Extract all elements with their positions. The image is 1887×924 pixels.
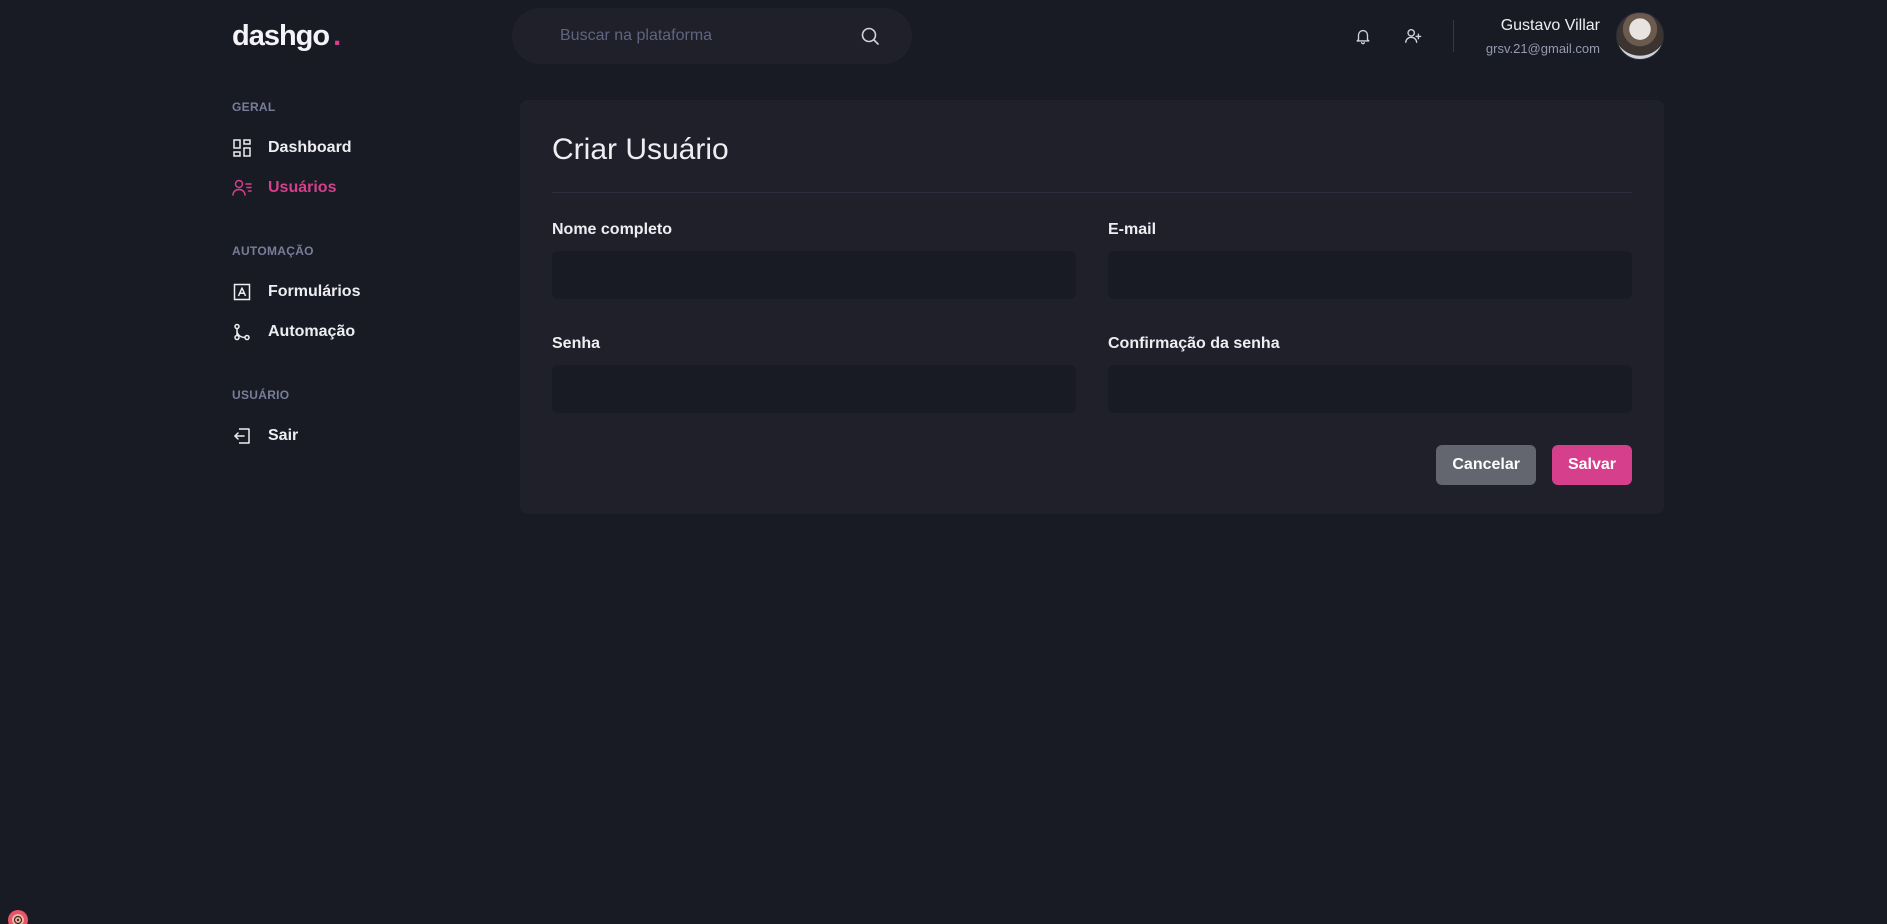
name-input[interactable] (552, 251, 1076, 299)
bell-icon[interactable] (1353, 26, 1373, 46)
git-merge-icon (232, 322, 252, 342)
avatar[interactable] (1616, 12, 1664, 60)
cancel-button[interactable]: Cancelar (1436, 445, 1536, 485)
devtools-logo-icon[interactable] (2, 902, 34, 924)
sidebar-section-geral: GERAL Dashboard Usuários (232, 100, 492, 200)
email-field-group: E-mail (1108, 221, 1632, 299)
name-field-group: Nome completo (552, 221, 1076, 299)
title-divider (552, 192, 1632, 193)
password-confirmation-field-group: Confirmação da senha (1108, 335, 1632, 413)
form-actions: Cancelar Salvar (552, 445, 1632, 485)
sidebar-section-automacao: AUTOMAÇÃO Formulários Automação (232, 244, 492, 344)
brand-name: dashgo (232, 19, 330, 52)
email-input[interactable] (1108, 251, 1632, 299)
sidebar-item-label: Dashboard (268, 139, 352, 156)
header-divider (1452, 20, 1454, 52)
logout-icon (232, 426, 252, 446)
search-input[interactable] (560, 27, 860, 45)
user-name: Gustavo Villar (1500, 16, 1600, 34)
password-input[interactable] (552, 365, 1076, 413)
form-row: Nome completo E-mail (552, 221, 1632, 299)
sidebar-item-usuarios[interactable]: Usuários (232, 176, 492, 200)
sidebar-section-usuario: USUÁRIO Sair (232, 388, 492, 448)
sidebar-section-title: USUÁRIO (232, 388, 290, 402)
sidebar-section-title: GERAL (232, 100, 276, 114)
email-label: E-mail (1108, 221, 1157, 238)
password-confirmation-label: Confirmação da senha (1108, 335, 1280, 352)
sidebar-item-label: Sair (268, 427, 299, 444)
sidebar-item-dashboard[interactable]: Dashboard (232, 136, 492, 160)
save-button[interactable]: Salvar (1551, 445, 1632, 485)
sidebar-item-formularios[interactable]: Formulários (232, 280, 492, 304)
sidebar: GERAL Dashboard Usuários AUTOMAÇÃO Formu… (232, 100, 492, 492)
page-title: Criar Usuário (552, 133, 729, 166)
sidebar-section-title: AUTOMAÇÃO (232, 244, 314, 258)
page: dashgo. Buscar na plataforma Gustavo Vil… (0, 0, 1887, 924)
create-user-card: Criar Usuário Nome completo E-mail Senha… (520, 100, 1664, 514)
user-add-icon[interactable] (1403, 26, 1423, 46)
header-actions: Gustavo Villar grsv.21@gmail.com (1323, 0, 1664, 72)
brand-logo: dashgo. (232, 20, 512, 53)
brand-dot: . (333, 19, 341, 52)
sidebar-item-label: Usuários (268, 179, 337, 196)
profile-text: Gustavo Villar grsv.21@gmail.com (1486, 15, 1600, 58)
form-icon (232, 282, 252, 302)
users-icon (232, 178, 252, 198)
form-row: Senha Confirmação da senha (552, 335, 1632, 413)
user-profile[interactable]: Gustavo Villar grsv.21@gmail.com (1486, 12, 1664, 60)
search-bar[interactable] (512, 8, 912, 64)
password-confirmation-input[interactable] (1108, 365, 1632, 413)
header: dashgo. Buscar na plataforma Gustavo Vil… (232, 0, 1664, 72)
name-label: Nome completo (552, 221, 673, 238)
sidebar-item-label: Automação (268, 323, 356, 340)
search-icon[interactable] (860, 26, 880, 46)
password-label: Senha (552, 335, 601, 352)
password-field-group: Senha (552, 335, 1076, 413)
dashboard-icon (232, 138, 252, 158)
user-email: grsv.21@gmail.com (1485, 40, 1600, 56)
sidebar-item-automacao[interactable]: Automação (232, 320, 492, 344)
sidebar-item-label: Formulários (268, 283, 361, 300)
sidebar-item-sair[interactable]: Sair (232, 424, 492, 448)
